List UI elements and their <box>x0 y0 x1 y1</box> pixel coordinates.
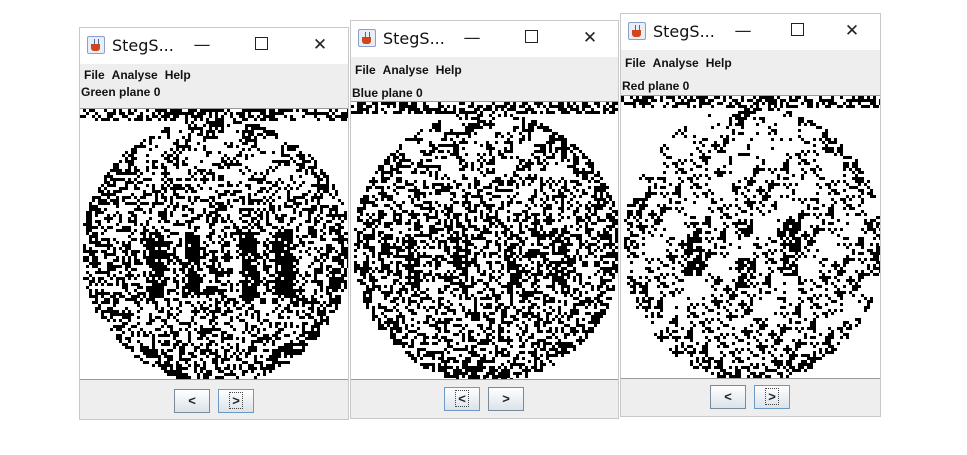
bit-plane-image <box>351 101 618 380</box>
menu-help[interactable]: Help <box>161 64 194 82</box>
java-app-icon <box>358 29 376 47</box>
prev-label: < <box>455 390 469 407</box>
close-button[interactable]: ✕ <box>575 27 605 49</box>
maximize-button[interactable] <box>516 27 546 49</box>
minimize-button[interactable]: — <box>457 27 487 49</box>
bit-plane-image <box>80 108 348 380</box>
window-title: StegS... <box>383 29 445 48</box>
maximize-icon <box>790 23 804 36</box>
next-label: > <box>765 388 779 405</box>
window-title: StegS... <box>653 22 715 41</box>
menu-help[interactable]: Help <box>702 52 735 70</box>
plane-label: Blue plane 0 <box>352 86 423 100</box>
close-icon: ✕ <box>312 35 328 55</box>
close-button[interactable]: ✕ <box>305 34 335 56</box>
close-icon: ✕ <box>844 21 860 41</box>
minimize-icon: — <box>734 21 752 41</box>
stegsolve-window-green: StegS... — ✕ File Analyse Help Green plane… <box>79 27 349 420</box>
minimize-button[interactable]: — <box>187 34 217 56</box>
prev-plane-button[interactable]: < <box>174 389 210 413</box>
next-plane-button[interactable]: > <box>754 385 790 409</box>
menu-file[interactable]: File <box>621 52 649 70</box>
title-bar[interactable]: StegS... — ✕ <box>80 28 348 64</box>
close-icon: ✕ <box>582 28 598 48</box>
plane-label: Green plane 0 <box>81 85 161 99</box>
menu-file[interactable]: File <box>351 59 379 77</box>
window-title: StegS... <box>112 36 174 55</box>
bit-plane-pixels <box>80 109 348 379</box>
menu-bar: File Analyse Help <box>621 52 880 74</box>
title-bar[interactable]: StegS... — ✕ <box>621 14 880 50</box>
close-button[interactable]: ✕ <box>837 20 867 42</box>
next-label: > <box>229 392 243 409</box>
bit-plane-pixels <box>351 102 618 379</box>
prev-label: < <box>188 393 196 408</box>
maximize-button[interactable] <box>782 20 812 42</box>
maximize-button[interactable] <box>246 34 276 56</box>
menu-help[interactable]: Help <box>432 59 465 77</box>
maximize-icon <box>524 30 538 43</box>
menu-analyse[interactable]: Analyse <box>108 64 161 82</box>
menu-bar: File Analyse Help <box>80 64 348 86</box>
stegsolve-window-blue: StegS... — ✕ File Analyse Help Blue plane … <box>350 20 619 419</box>
title-bar[interactable]: StegS... — ✕ <box>351 21 618 57</box>
bit-plane-image <box>621 95 880 379</box>
prev-plane-button[interactable]: < <box>444 387 480 411</box>
next-label: > <box>502 391 510 406</box>
plane-label: Red plane 0 <box>622 79 690 93</box>
next-plane-button[interactable]: > <box>488 387 524 411</box>
menu-analyse[interactable]: Analyse <box>379 59 432 77</box>
prev-label: < <box>724 389 732 404</box>
menu-bar: File Analyse Help <box>351 59 618 81</box>
java-app-icon <box>87 36 105 54</box>
java-app-icon <box>628 22 646 40</box>
stegsolve-window-red: StegS... — ✕ File Analyse Help Red plane 0… <box>620 13 881 417</box>
prev-plane-button[interactable]: < <box>710 385 746 409</box>
menu-file[interactable]: File <box>80 64 108 82</box>
maximize-icon <box>254 37 268 50</box>
minimize-icon: — <box>193 35 211 55</box>
next-plane-button[interactable]: > <box>218 389 254 413</box>
bit-plane-pixels <box>621 96 880 378</box>
menu-analyse[interactable]: Analyse <box>649 52 702 70</box>
minimize-button[interactable]: — <box>728 20 758 42</box>
minimize-icon: — <box>463 28 481 48</box>
